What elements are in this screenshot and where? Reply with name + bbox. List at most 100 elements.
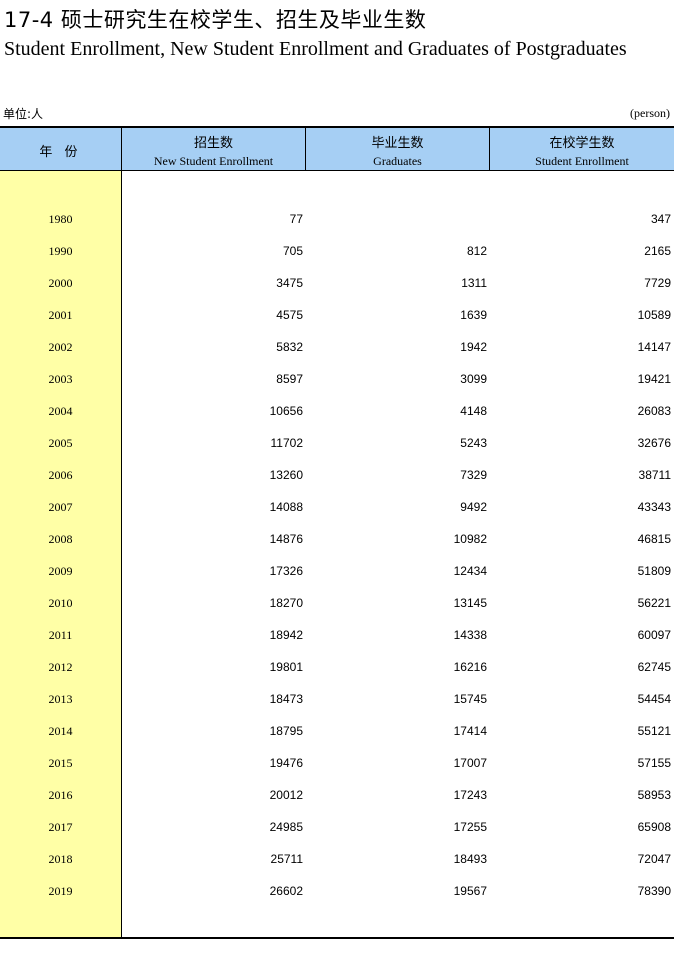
cell-enrollment: 38711	[638, 468, 671, 482]
cell-year: 2001	[48, 308, 73, 322]
cell-enrollment: 7729	[644, 276, 671, 290]
cell-year: 2000	[48, 276, 73, 290]
cell-new-enrollment: 17326	[269, 564, 303, 578]
cell-new-enrollment: 18795	[269, 724, 303, 738]
cell-graduates: 17414	[453, 724, 487, 738]
cell-enrollment: 62745	[637, 660, 671, 674]
header-graduates-cn: 毕业生数	[371, 136, 424, 151]
cell-year: 2018	[48, 852, 73, 866]
cell-new-enrollment: 10656	[269, 404, 303, 418]
cell-new-enrollment: 8597	[276, 372, 303, 386]
column-divider	[489, 128, 490, 170]
cell-year: 2008	[48, 532, 73, 546]
cell-enrollment: 14147	[637, 340, 671, 354]
table-row: 2014 18795 17414 55121	[0, 715, 674, 747]
table-body: 1980 77 347 1990 705 812 2165 2000 3475 1311 7729 2…	[0, 203, 674, 907]
cell-year: 2005	[48, 436, 73, 450]
table-row: 2008 14876 10982 46815	[0, 523, 674, 555]
cell-enrollment: 58953	[637, 788, 671, 802]
header-graduates: 毕业生数 Graduates	[306, 128, 489, 170]
header-year-label: 年 份	[39, 145, 82, 160]
header-graduates-en: Graduates	[373, 154, 422, 168]
cell-new-enrollment: 18942	[269, 628, 303, 642]
cell-graduates: 1311	[461, 276, 487, 290]
cell-year: 2011	[48, 628, 73, 642]
cell-year: 2003	[48, 372, 73, 386]
cell-year: 2009	[48, 564, 73, 578]
header-enrollment: 在校学生数 Student Enrollment	[490, 128, 674, 170]
table-row: 2004 10656 4148 26083	[0, 395, 674, 427]
table-header: 年 份 招生数 New Student Enrollment 毕业生数 Grad…	[0, 128, 674, 171]
table-row: 2000 3475 1311 7729	[0, 267, 674, 299]
cell-graduates: 13145	[453, 596, 487, 610]
cell-new-enrollment: 77	[289, 212, 303, 226]
cell-enrollment: 26083	[637, 404, 671, 418]
header-year: 年 份	[0, 128, 121, 170]
cell-graduates: 9492	[460, 500, 487, 514]
table-row: 2011 18942 14338 60097	[0, 619, 674, 651]
column-divider	[305, 128, 306, 170]
cell-enrollment: 19421	[637, 372, 671, 386]
cell-new-enrollment: 11702	[270, 436, 303, 450]
cell-graduates: 10982	[453, 532, 487, 546]
table-row: 2002 5832 1942 14147	[0, 331, 674, 363]
cell-graduates: 17007	[453, 756, 487, 770]
table-row: 2012 19801 16216 62745	[0, 651, 674, 683]
table-row: 2018 25711 18493 72047	[0, 843, 674, 875]
cell-enrollment: 60097	[637, 628, 671, 642]
cell-new-enrollment: 20012	[269, 788, 303, 802]
cell-graduates: 14338	[453, 628, 487, 642]
cell-graduates: 19567	[453, 884, 487, 898]
cell-graduates: 1942	[460, 340, 487, 354]
header-enrollment-en: Student Enrollment	[535, 154, 629, 168]
cell-enrollment: 32676	[637, 436, 671, 450]
cell-enrollment: 78390	[637, 884, 671, 898]
cell-graduates: 12434	[453, 564, 487, 578]
table-row: 2006 13260 7329 38711	[0, 459, 674, 491]
unit-label-en: (person)	[630, 106, 670, 120]
table-row: 2001 4575 1639 10589	[0, 299, 674, 331]
cell-graduates: 17255	[453, 820, 487, 834]
cell-enrollment: 2165	[644, 244, 671, 258]
table-row: 2015 19476 17007 57155	[0, 747, 674, 779]
table-row: 2005 11702 5243 32676	[0, 427, 674, 459]
cell-year: 2007	[48, 500, 73, 514]
cell-graduates: 7329	[460, 468, 487, 482]
cell-new-enrollment: 24985	[269, 820, 303, 834]
table-row: 2019 26602 19567 78390	[0, 875, 674, 907]
table-row: 2016 20012 17243 58953	[0, 779, 674, 811]
cell-enrollment: 54454	[637, 692, 671, 706]
cell-new-enrollment: 705	[282, 244, 303, 258]
cell-enrollment: 56221	[637, 596, 671, 610]
unit-label-cn: 单位:人	[3, 107, 44, 121]
cell-new-enrollment: 19476	[269, 756, 303, 770]
cell-graduates: 4148	[460, 404, 487, 418]
header-enrollment-cn: 在校学生数	[549, 136, 615, 151]
cell-enrollment: 55121	[637, 724, 671, 738]
table-bottom-rule	[0, 937, 674, 939]
cell-year: 2012	[48, 660, 73, 674]
cell-enrollment: 46815	[637, 532, 671, 546]
page-title-en: Student Enrollment, New Student Enrollme…	[4, 38, 627, 60]
cell-new-enrollment: 18473	[269, 692, 303, 706]
page-title-cn: 17-4 硕士研究生在校学生、招生及毕业生数	[4, 8, 427, 32]
cell-graduates: 812	[466, 244, 487, 258]
cell-new-enrollment: 4575	[276, 308, 303, 322]
header-new-enrollment-cn: 招生数	[193, 136, 233, 151]
cell-year: 2010	[48, 596, 73, 610]
cell-graduates: 18493	[453, 852, 487, 866]
table-row: 1990 705 812 2165	[0, 235, 674, 267]
cell-year: 2016	[48, 788, 73, 802]
cell-year: 2019	[48, 884, 73, 898]
cell-new-enrollment: 14876	[269, 532, 303, 546]
cell-graduates: 16216	[453, 660, 487, 674]
table-row: 2009 17326 12434 51809	[0, 555, 674, 587]
cell-new-enrollment: 25711	[270, 852, 303, 866]
table-row: 2013 18473 15745 54454	[0, 683, 674, 715]
cell-graduates: 5243	[460, 436, 487, 450]
cell-enrollment: 51809	[637, 564, 671, 578]
cell-new-enrollment: 26602	[269, 884, 303, 898]
cell-graduates: 17243	[453, 788, 487, 802]
cell-year: 1980	[48, 212, 73, 226]
cell-new-enrollment: 5832	[276, 340, 303, 354]
